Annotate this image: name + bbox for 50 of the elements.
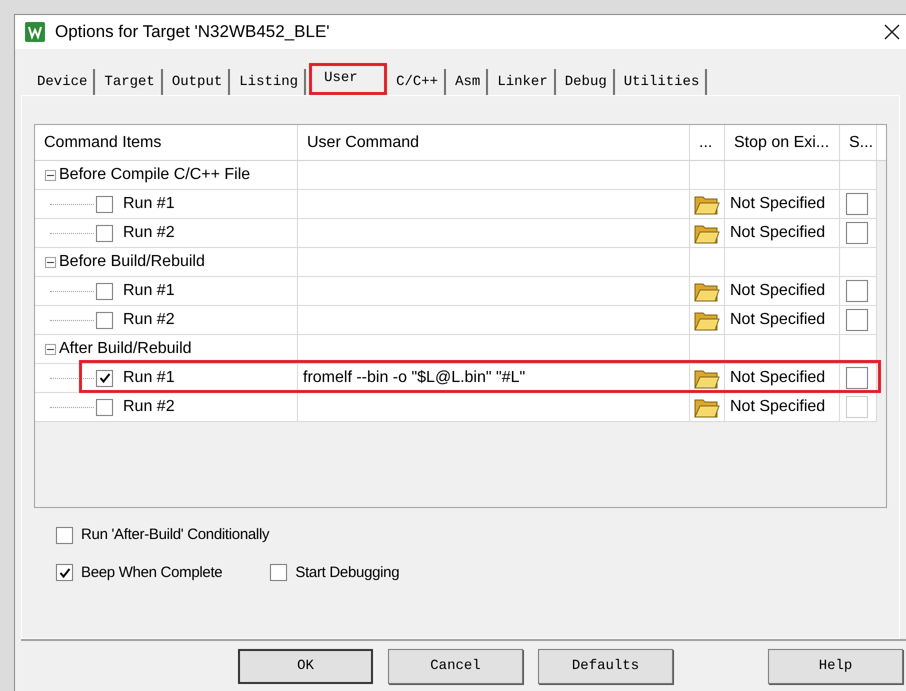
run-label[interactable]: Run #1 xyxy=(123,366,175,390)
run-label[interactable]: Run #1 xyxy=(123,279,175,303)
checkbox[interactable] xyxy=(846,193,868,215)
run-label[interactable]: Run #1 xyxy=(123,192,175,216)
column-header[interactable]: User Command xyxy=(298,125,690,160)
column-header[interactable]: Stop on Exi... xyxy=(725,125,840,160)
dialog-button[interactable]: Help xyxy=(768,648,903,684)
group-label[interactable]: Before Build/Rebuild xyxy=(59,250,205,274)
checkbox[interactable] xyxy=(56,564,73,582)
checkbox[interactable] xyxy=(270,564,288,582)
tab[interactable]: User xyxy=(309,63,388,95)
stop-on-exit-value[interactable]: Not Specified xyxy=(730,395,826,419)
stop-on-exit-value[interactable]: Not Specified xyxy=(730,308,826,332)
run-label[interactable]: Run #2 xyxy=(123,221,175,245)
checkbox[interactable] xyxy=(96,224,113,242)
run-label[interactable]: Run #2 xyxy=(123,308,175,332)
checkbox[interactable] xyxy=(96,282,113,300)
option-label[interactable]: Beep When Complete xyxy=(81,562,222,584)
group-label[interactable]: After Build/Rebuild xyxy=(59,337,192,361)
command-text[interactable]: fromelf --bin -o "$L@L.bin" "#L" xyxy=(303,366,526,390)
checkbox[interactable] xyxy=(56,526,73,544)
option-label[interactable]: Run 'After-Build' Conditionally xyxy=(81,524,270,546)
collapse-icon[interactable] xyxy=(45,256,56,268)
stop-on-exit-value[interactable]: Not Specified xyxy=(730,279,826,303)
checkbox[interactable] xyxy=(846,309,868,331)
dialog-button[interactable]: Cancel xyxy=(388,648,523,684)
checkbox[interactable] xyxy=(846,280,868,302)
close-icon[interactable] xyxy=(884,24,900,40)
checkbox[interactable] xyxy=(96,398,113,416)
dialog-button[interactable]: Defaults xyxy=(538,648,673,684)
stop-on-exit-value[interactable]: Not Specified xyxy=(730,192,826,216)
option-label[interactable]: Start Debugging xyxy=(295,562,400,584)
checkbox[interactable] xyxy=(846,222,868,244)
stop-on-exit-value[interactable]: Not Specified xyxy=(730,221,826,245)
group-label[interactable]: Before Compile C/C++ File xyxy=(59,163,250,187)
stop-on-exit-value[interactable]: Not Specified xyxy=(730,366,826,390)
collapse-icon[interactable] xyxy=(45,170,56,180)
checkbox[interactable] xyxy=(846,367,868,389)
column-header[interactable]: Command Items xyxy=(35,125,298,160)
checkbox[interactable] xyxy=(96,312,113,328)
column-header[interactable]: S... xyxy=(840,125,877,160)
run-label[interactable]: Run #2 xyxy=(123,395,175,419)
column-header[interactable]: ... xyxy=(690,125,725,160)
window-title: Options for Target 'N32WB452_BLE' xyxy=(55,21,330,44)
collapse-icon[interactable] xyxy=(45,344,56,354)
checkbox[interactable] xyxy=(96,370,113,386)
app-logo-icon xyxy=(25,22,45,42)
checkbox[interactable] xyxy=(846,396,868,418)
checkbox[interactable] xyxy=(96,196,113,212)
dialog-button[interactable]: OK xyxy=(238,648,373,684)
